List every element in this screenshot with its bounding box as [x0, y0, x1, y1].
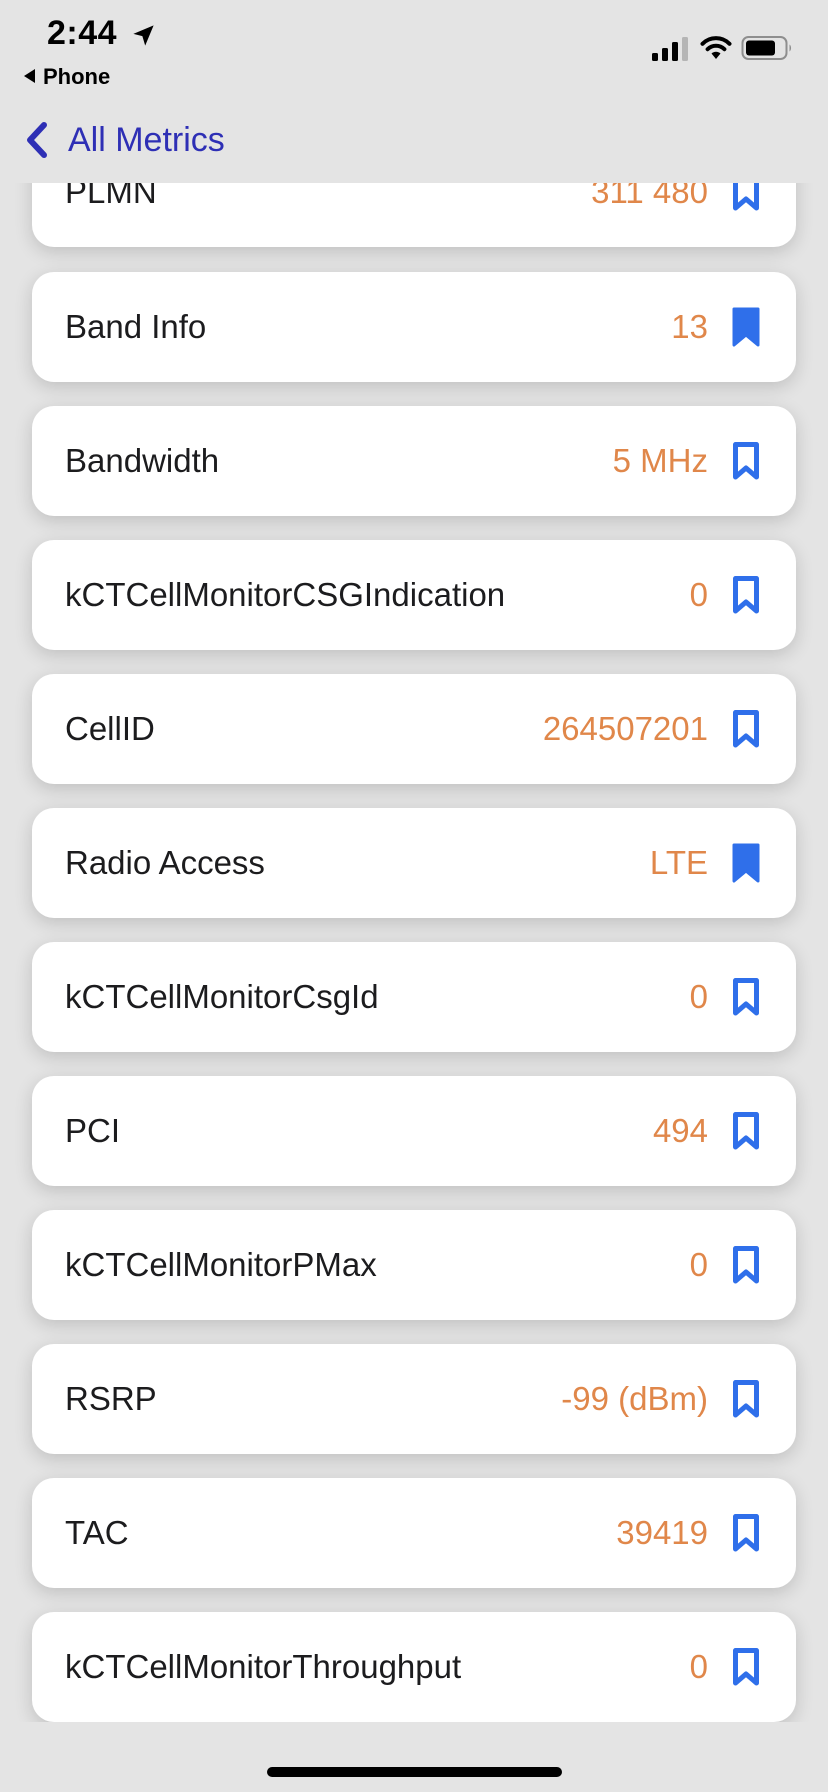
metric-value: 0 [689, 1246, 708, 1283]
metric-label: kCTCellMonitorThroughput [65, 1648, 462, 1685]
metric-row-band-info[interactable]: Band Info 13 [32, 272, 796, 382]
metric-value: 494 [652, 1112, 708, 1149]
bookmark-outline-icon[interactable] [732, 441, 760, 481]
metric-value: 0 [689, 576, 708, 613]
back-to-app-label: Phone [43, 64, 111, 89]
metric-value: 0 [689, 978, 708, 1015]
metric-value: 39419 [616, 1514, 708, 1551]
metric-label: TAC [65, 1514, 129, 1551]
metric-value: 13 [671, 308, 708, 345]
bottom-safe-area [0, 1722, 828, 1792]
metrics-list[interactable]: PLMN 311 480 Band Info 13 Bandwidth 5 MH… [0, 0, 828, 1722]
bookmark-outline-icon[interactable] [732, 709, 760, 749]
metric-label: Radio Access [65, 844, 265, 881]
metric-label: Bandwidth [65, 442, 220, 479]
metric-value: 5 MHz [612, 442, 708, 479]
metric-row-pci[interactable]: PCI 494 [32, 1076, 796, 1186]
chevron-left-icon [27, 122, 47, 158]
metric-value: 264507201 [542, 710, 708, 747]
metric-label: CellID [65, 710, 155, 747]
metric-label: Band Info [65, 308, 207, 345]
metric-row-tac[interactable]: TAC 39419 [32, 1478, 796, 1588]
cellular-signal-icon [652, 37, 688, 61]
home-indicator[interactable] [267, 1767, 562, 1777]
metric-row-bandwidth[interactable]: Bandwidth 5 MHz [32, 406, 796, 516]
status-time: 2:44 [47, 14, 118, 52]
metric-value: LTE [649, 844, 708, 881]
bookmark-outline-icon[interactable] [732, 1647, 760, 1687]
bookmark-outline-icon[interactable] [732, 977, 760, 1017]
metric-row-cellid[interactable]: CellID 264507201 [32, 674, 796, 784]
battery-icon [741, 36, 792, 60]
wifi-icon [700, 36, 732, 59]
back-button-label: All Metrics [68, 120, 225, 159]
navigation-header: 2:44 Phone All Metrics [0, 0, 828, 183]
metric-value: 0 [689, 1648, 708, 1685]
metric-row-csg-indication[interactable]: kCTCellMonitorCSGIndication 0 [32, 540, 796, 650]
back-triangle-icon [24, 69, 35, 83]
metric-label: kCTCellMonitorCsgId [65, 978, 379, 1015]
bookmark-filled-icon[interactable] [732, 843, 760, 883]
bookmark-outline-icon[interactable] [732, 1513, 760, 1553]
metric-row-rsrp[interactable]: RSRP -99 (dBm) [32, 1344, 796, 1454]
metric-label: RSRP [65, 1380, 157, 1417]
metric-row-csg-id[interactable]: kCTCellMonitorCsgId 0 [32, 942, 796, 1052]
back-button[interactable]: All Metrics [22, 117, 225, 163]
metric-label: kCTCellMonitorPMax [65, 1246, 377, 1283]
bookmark-outline-icon[interactable] [732, 1379, 760, 1419]
bookmark-outline-icon[interactable] [732, 1245, 760, 1285]
metric-label: kCTCellMonitorCSGIndication [65, 576, 506, 613]
bookmark-outline-icon[interactable] [732, 575, 760, 615]
bookmark-outline-icon[interactable] [732, 1111, 760, 1151]
metric-row-pmax[interactable]: kCTCellMonitorPMax 0 [32, 1210, 796, 1320]
metric-row-throughput[interactable]: kCTCellMonitorThroughput 0 [32, 1612, 796, 1722]
metric-row-radio-access[interactable]: Radio Access LTE [32, 808, 796, 918]
back-to-app-button[interactable]: Phone [24, 64, 110, 90]
metric-label: PCI [65, 1112, 121, 1149]
location-arrow-icon [133, 25, 154, 46]
metric-value: -99 (dBm) [561, 1380, 708, 1417]
bookmark-filled-icon[interactable] [732, 307, 760, 347]
